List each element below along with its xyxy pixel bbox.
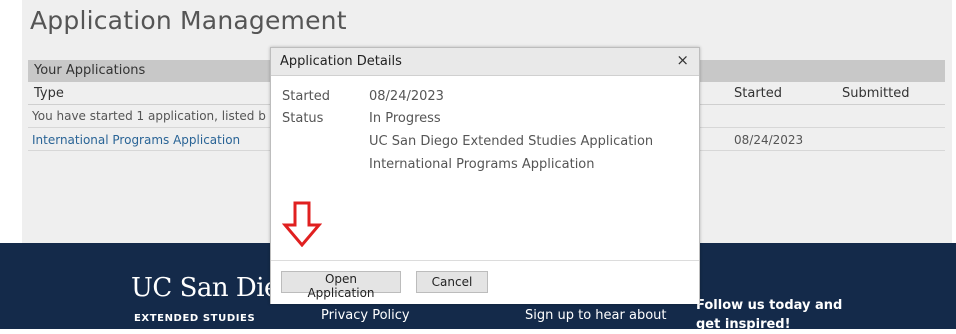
info-text: You have started 1 application, listed b [32,109,266,123]
follow-us-text: Follow us today and get inspired! [696,296,842,334]
cancel-button[interactable]: Cancel [416,271,488,293]
page-title: Application Management [30,6,347,35]
follow-line-2: get inspired! [696,317,791,332]
row-started-date: 08/24/2023 [734,133,804,147]
down-arrow-icon [282,201,322,247]
follow-line-1: Follow us today and [696,298,843,313]
signup-text: Sign up to hear about [525,308,667,323]
detail-label-status: Status [282,111,324,126]
application-link[interactable]: International Programs Application [32,133,240,147]
privacy-policy-link[interactable]: Privacy Policy [321,308,410,323]
detail-label-started: Started [282,89,331,104]
detail-value-program-2: International Programs Application [369,157,595,172]
modal-footer: Open Application Cancel [271,260,699,304]
application-details-modal: Application Details × Started 08/24/2023… [270,47,700,304]
detail-value-program-1: UC San Diego Extended Studies Applicatio… [369,134,654,149]
table-header-label: Your Applications [34,63,146,78]
column-started: Started [734,86,783,101]
modal-title: Application Details [280,54,402,69]
footer-logo-subtitle: EXTENDED STUDIES [134,313,256,324]
open-application-button[interactable]: Open Application [281,271,401,300]
detail-value-started: 08/24/2023 [369,89,444,104]
modal-header: Application Details × [271,48,699,76]
detail-value-status: In Progress [369,111,441,126]
column-type: Type [34,86,64,101]
close-icon[interactable]: × [676,52,689,68]
column-submitted: Submitted [842,86,910,101]
